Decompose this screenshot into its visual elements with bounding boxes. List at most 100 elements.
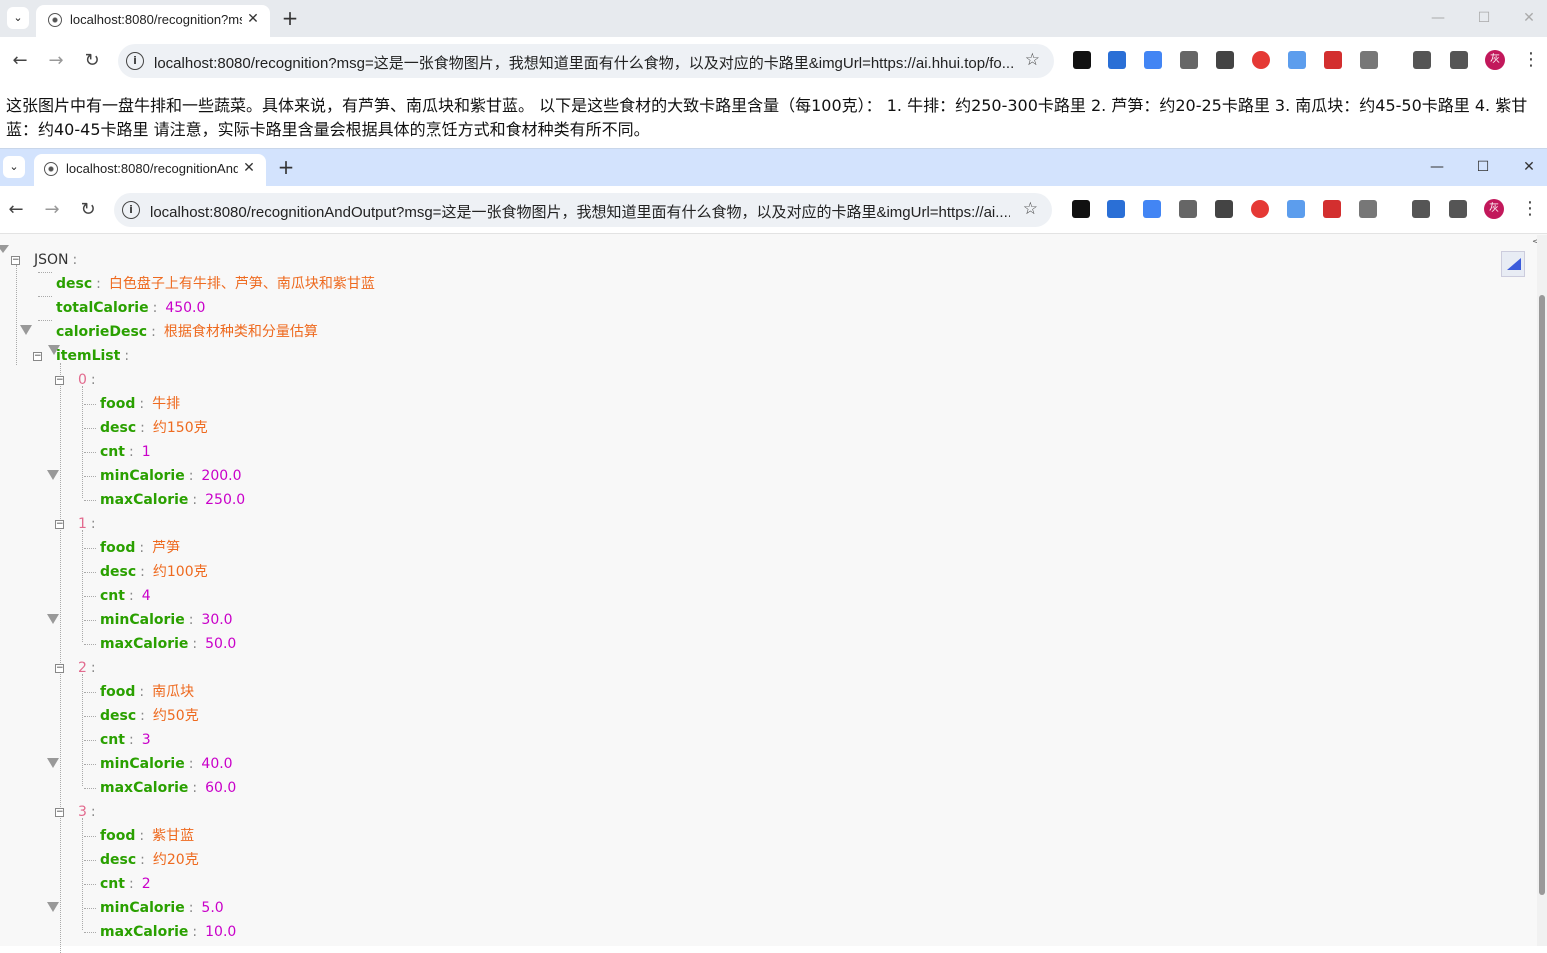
adblock-extension-icon[interactable] [1251,200,1269,218]
avatar[interactable]: 灰 [1484,199,1504,219]
tree-line [82,674,83,786]
tree-line [82,530,83,642]
tab-strip: ⌄ localhost:8080/recognition?msg= ✕ + — … [0,0,1547,37]
json-item-min-row: minCalorie:40.0 [100,756,233,772]
tree-line [38,272,52,273]
tree-line [84,884,96,885]
media-controls-icon[interactable] [1449,200,1467,218]
json-item-max-row: maxCalorie:60.0 [100,780,237,796]
json-item-list-row: itemList: [56,348,130,364]
tab-search-button[interactable]: ⌄ [7,7,29,29]
tree-line [82,818,83,930]
back-button[interactable]: ← [8,49,32,73]
tree-line [38,296,52,297]
expand-marker-icon [47,902,59,912]
tree-line [82,386,83,498]
translate-extension-icon[interactable] [1143,200,1161,218]
download-icon[interactable] [1412,200,1430,218]
forward-button[interactable]: → [40,198,64,222]
back-button[interactable]: ← [4,198,28,222]
screenshot-extension-icon[interactable] [1072,200,1090,218]
minimize-button[interactable]: — [1426,6,1450,30]
screenshot-extension-icon[interactable] [1073,51,1091,69]
browser-tab[interactable]: localhost:8080/recognition?msg= ✕ [36,5,270,37]
json-item-desc-row: desc: 约20克 [100,852,199,868]
tree-line [84,572,96,573]
browser-menu-icon[interactable]: ⋮ [1522,49,1540,73]
qr-code-extension-icon[interactable] [1216,51,1234,69]
tree-line [84,476,96,477]
avatar[interactable]: 灰 [1485,50,1505,70]
card-extension-icon[interactable] [1288,51,1306,69]
markdown-extension-icon[interactable] [1180,51,1198,69]
tab-title: localhost:8080/recognition?msg= [70,12,242,27]
maximize-button[interactable]: ☐ [1471,155,1495,179]
url-text[interactable]: localhost:8080/recognitionAndOutput?msg=… [150,201,1010,222]
sync-extension-icon[interactable] [1107,200,1125,218]
reload-button[interactable]: ↻ [76,198,100,222]
json-item-cnt-row: cnt:4 [100,588,151,604]
tree-line [84,500,96,501]
bookmark-star-icon[interactable]: ☆ [1025,50,1040,70]
media-controls-icon[interactable] [1450,51,1468,69]
download-icon[interactable] [1413,51,1431,69]
tree-line [84,692,96,693]
tree-line [84,932,96,933]
tree-line [16,265,17,365]
tree-line [38,320,52,321]
tree-line [84,788,96,789]
browser-toolbar: ← → ↻ i localhost:8080/recognition?msg=这… [0,37,1547,85]
browser-menu-icon[interactable]: ⋮ [1521,198,1539,222]
close-tab-icon[interactable]: ✕ [244,10,262,28]
close-window-button[interactable]: ✕ [1517,6,1541,30]
qr-code-extension-icon[interactable] [1215,200,1233,218]
corner-resize-button[interactable] [1501,251,1525,277]
collapse-toggle-icon[interactable]: − [33,352,42,361]
puzzle-extensions-icon[interactable] [1360,51,1378,69]
minimize-button[interactable]: — [1425,155,1449,179]
sync-extension-icon[interactable] [1108,51,1126,69]
collapse-toggle-icon[interactable]: − [11,256,20,265]
fe-extension-icon[interactable] [1324,51,1342,69]
json-total-calorie-row: totalCalorie:450.0 [56,300,206,316]
tab-search-button[interactable]: ⌄ [3,156,25,178]
close-window-button[interactable]: ✕ [1517,155,1541,179]
url-text[interactable]: localhost:8080/recognition?msg=这是一张食物图片，… [154,52,1014,73]
reload-button[interactable]: ↻ [80,49,104,73]
json-item-max-row: maxCalorie:10.0 [100,924,237,940]
puzzle-extensions-icon[interactable] [1359,200,1377,218]
new-tab-button[interactable]: + [274,155,298,179]
address-bar[interactable]: i localhost:8080/recognition?msg=这是一张食物图… [118,44,1054,78]
translate-extension-icon[interactable] [1144,51,1162,69]
json-item-cnt-row: cnt:1 [100,444,151,460]
maximize-button[interactable]: ☐ [1472,6,1496,30]
tree-line [84,404,96,405]
expand-marker-icon [20,325,32,335]
address-bar[interactable]: i localhost:8080/recognitionAndOutput?ms… [114,193,1052,227]
collapse-toggle-icon[interactable]: − [55,664,64,673]
json-item-desc-row: desc: 约100克 [100,564,208,580]
fe-extension-icon[interactable] [1323,200,1341,218]
tree-line [84,908,96,909]
site-info-icon[interactable]: i [126,52,144,70]
new-tab-button[interactable]: + [278,6,302,30]
json-item-food-row: food: 芦笋 [100,540,181,556]
markdown-extension-icon[interactable] [1179,200,1197,218]
bookmark-star-icon[interactable]: ☆ [1023,199,1038,219]
json-item-max-row: maxCalorie:50.0 [100,636,237,652]
collapse-toggle-icon[interactable]: − [55,808,64,817]
adblock-extension-icon[interactable] [1252,51,1270,69]
json-item-desc-row: desc: 约50克 [100,708,199,724]
json-item-min-row: minCalorie:5.0 [100,900,224,916]
scrollbar[interactable] [1537,235,1547,946]
card-extension-icon[interactable] [1287,200,1305,218]
scrollbar-thumb[interactable] [1539,295,1545,895]
forward-button[interactable]: → [44,49,68,73]
foreground-browser-window: ⌄ localhost:8080/recognitionAndOutput ✕ … [0,148,1547,953]
collapse-toggle-icon[interactable]: − [55,520,64,529]
close-tab-icon[interactable]: ✕ [240,159,258,177]
collapse-toggle-icon[interactable]: − [55,376,64,385]
site-info-icon[interactable]: i [122,201,140,219]
browser-tab[interactable]: localhost:8080/recognitionAndOutput ✕ [34,154,266,186]
json-item-max-row: maxCalorie:250.0 [100,492,246,508]
